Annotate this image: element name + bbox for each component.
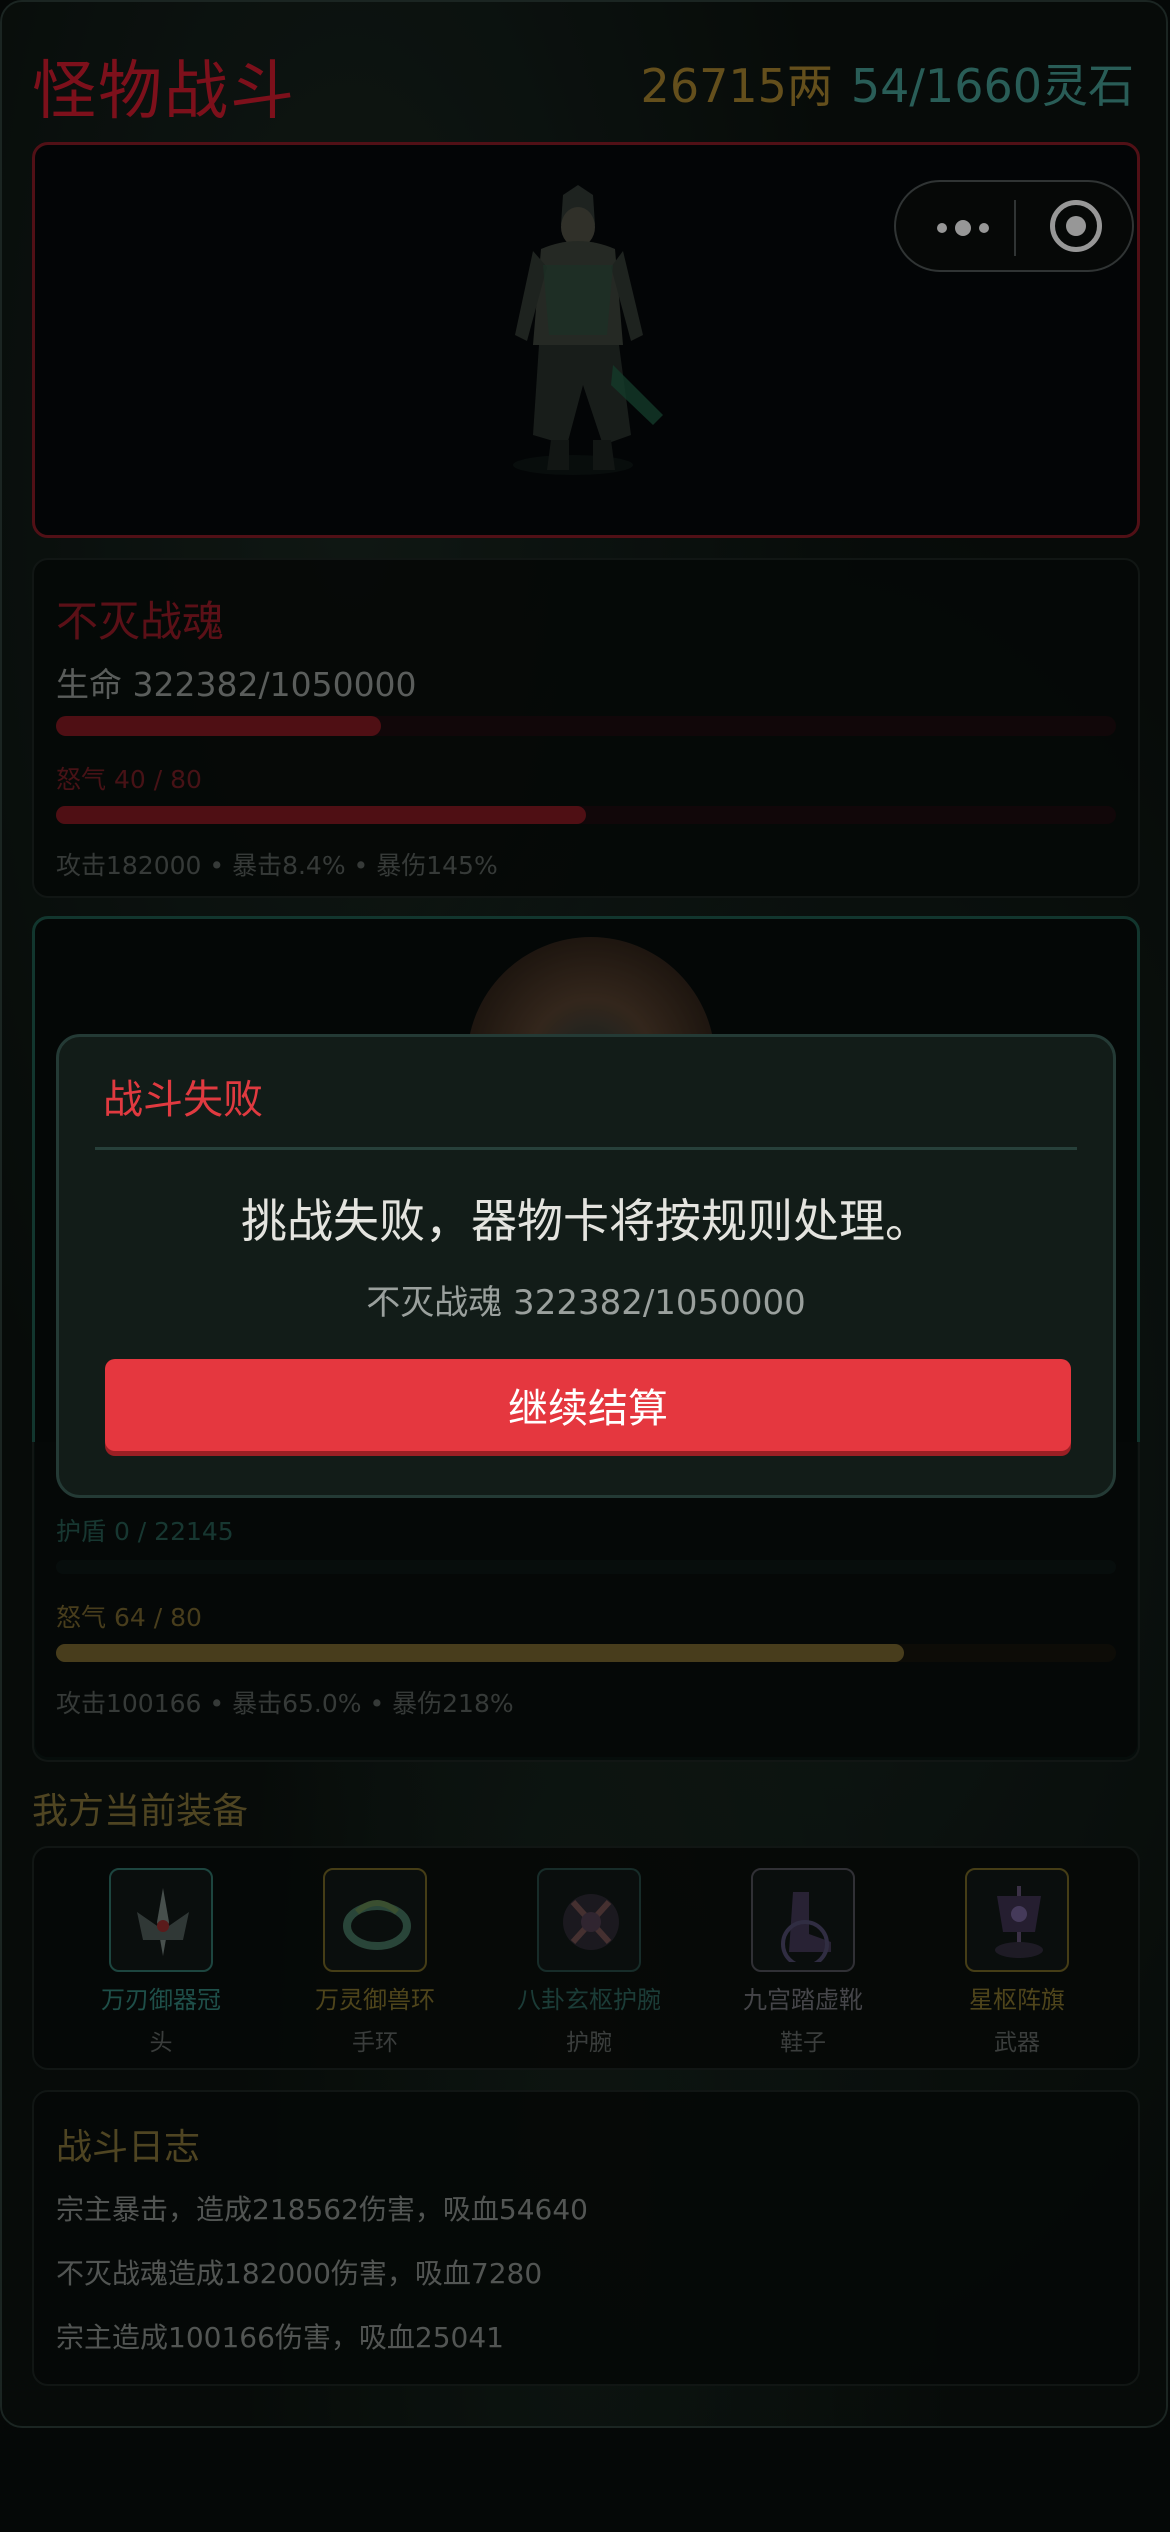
dialog-enemy-hp: 不灭战魂 322382/1050000	[366, 1283, 806, 1323]
dialog-title: 战斗失败	[103, 1077, 263, 1123]
dialog-divider	[95, 1147, 1077, 1150]
battle-result-dialog: 战斗失败 挑战失败，器物卡将按规则处理。 不灭战魂 322382/1050000…	[56, 1034, 1116, 1498]
continue-settlement-button[interactable]: 继续结算	[105, 1359, 1071, 1451]
dialog-message: 挑战失败，器物卡将按规则处理。	[241, 1194, 931, 1248]
app-frame: 怪物战斗 26715两 54/1660灵石 不灭战魂 生命 322382/1050…	[0, 0, 1168, 2428]
